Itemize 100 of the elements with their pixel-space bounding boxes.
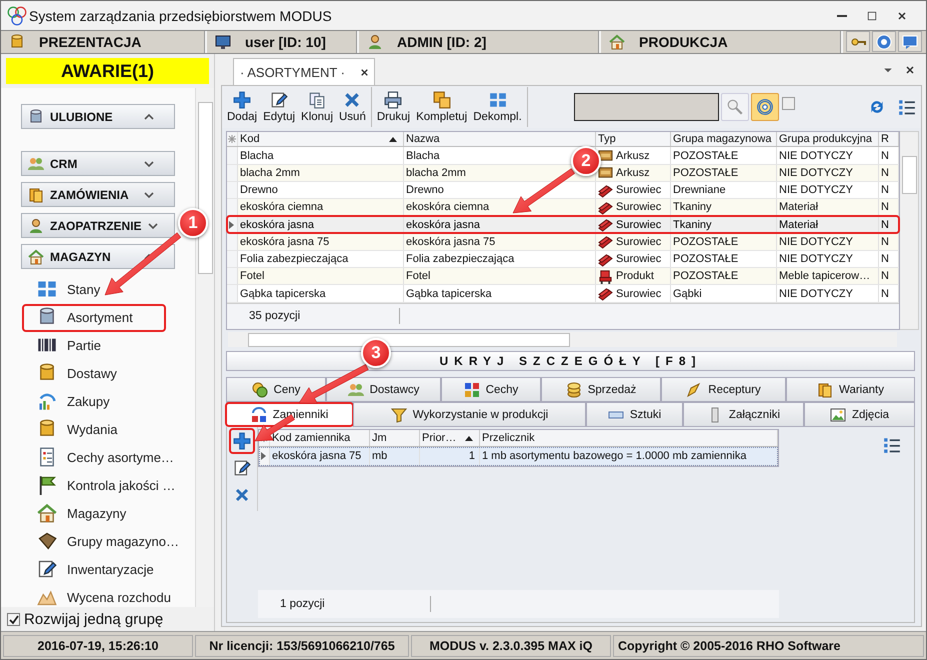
house-icon [28,248,44,264]
sidebar-item[interactable]: Wydania [1,415,195,443]
table-row[interactable]: blacha 2mm blacha 2mm Arkusz POZOSTAŁE NIE DOTYCZY N [227,164,899,182]
table-cell: ekoskóra jasna [404,216,596,233]
funnel-icon [390,406,407,422]
toolbar-button[interactable]: Dekompl. [470,87,525,127]
toolbar-button[interactable]: Drukuj [374,87,414,127]
table-cell: Folia zabezpieczająca [238,250,404,268]
status-field: MODUS v. 2.3.0.395 MAX iQ [411,634,611,656]
tab[interactable]: Zamienniki [226,402,353,427]
column-header[interactable]: Typ [596,132,671,146]
toolbar-button[interactable]: Usuń [336,87,369,127]
tab[interactable]: Zdjęcia [804,402,915,427]
tab-label: · ASORTYMENT · [240,64,345,80]
column-header[interactable]: Przelicznik [480,430,778,446]
column-header[interactable]: Kod [238,132,404,146]
list-icon [898,98,916,116]
table-row[interactable]: Gąbka tapicerska Gąbka tapicerska Surowiec Gąbki NIE DOTYCZY N [227,285,899,303]
table-row[interactable]: ekoskóra jasna 75 ekoskóra jasna 75 Surowiec POZOSTAŁE NIE DOTYCZY N [227,234,899,251]
toolbar-button[interactable]: Edytuj [260,87,298,127]
tab[interactable]: Sztuki [586,402,683,427]
sidebar-item[interactable]: Kontrola jakości … [1,471,195,499]
row-count: 1 pozycji [279,598,326,610]
alert-banner[interactable]: AWARIE(1) [6,58,209,84]
row-header[interactable] [227,199,238,216]
coins-icon [252,382,268,398]
group-button[interactable]: MAGAZYN [21,244,175,269]
message-button[interactable] [898,31,922,52]
sidebar-item[interactable]: Asortyment [1,303,195,331]
sidebar-item[interactable]: Zakupy [1,387,195,415]
group-button[interactable]: ULUBIONE [21,104,175,129]
minimize-icon [837,14,847,16]
sidebar-item[interactable]: Dostawy [1,359,195,387]
search-button[interactable] [720,93,749,121]
toolbar-button[interactable]: Dodaj [224,87,260,127]
maximize-icon [866,10,878,22]
sidebar-item[interactable]: Inwentaryzacje [1,555,195,583]
sidebar-item[interactable]: Partie [1,331,195,359]
checkbox[interactable] [782,96,795,110]
key-button[interactable] [846,31,870,52]
search-field[interactable] [574,93,719,121]
sidebar-item[interactable]: Cechy asortyme… [1,443,195,471]
column-header[interactable]: Prior… [420,430,480,446]
help-button[interactable] [872,31,896,52]
refresh-icon [868,98,886,116]
document-tab[interactable]: · ASORTYMENT · [233,58,375,85]
tab[interactable]: Warianty [786,377,915,402]
copy-icon [308,91,326,109]
table-row[interactable]: Fotel Fotel Produkt POZOSTAŁE Meble tapicerow… N [227,268,899,286]
toolbar-button[interactable]: Kompletuj [413,87,470,127]
table-cell: Gąbka tapicerska [238,285,404,302]
add-button[interactable] [230,429,254,453]
filter-toggle[interactable] [750,93,779,121]
table-cell: ekoskóra ciemna [238,199,404,216]
tab[interactable]: Receptury [661,377,786,402]
status-field: Nr licencji: 153/5691066210/765 [195,634,409,656]
rolls-icon [598,217,613,232]
group-button[interactable]: ZAOPATRZENIE [21,213,175,238]
sidebar-item[interactable]: Stany [1,275,195,303]
scrollbar[interactable] [900,131,919,330]
tab[interactable]: Sprzedaż [541,377,661,402]
sidebar-item[interactable]: Magazyny [1,499,195,527]
tab[interactable]: Ceny [226,377,326,402]
sort-icon [465,435,473,441]
table-row[interactable]: Folia zabezpieczająca Folia zabezpieczająca Surowiec POZOSTAŁE NIE DOTYCZY N [227,250,899,268]
table-row[interactable]: ekoskóra jasna 75 mb 1 1 mb asortymentu bazowego = 1.0000 mb zamiennika [259,447,778,466]
table-row[interactable]: Drewno Drewno Surowiec Drewniane NIE DOTYCZY N [227,182,899,200]
table-cell: Gąbka tapicerska [404,285,596,302]
column-header[interactable]: Grupa magazynowa [671,132,777,146]
table-row[interactable]: ekoskóra jasna ekoskóra jasna Surowiec Tkaniny Materiał N [227,216,899,234]
tab[interactable]: Załączniki [683,402,804,427]
scrollbar[interactable] [228,332,897,347]
tab[interactable]: Wykorzystanie w produkcji [353,402,586,427]
table-cell: Drewno [238,182,404,198]
help-icon [876,34,892,50]
database-icon [37,419,57,439]
box-icon [28,186,44,202]
table-cell: N [879,268,899,284]
crate2-icon [37,531,57,551]
column-header[interactable]: R [879,132,899,146]
group-button[interactable]: CRM [21,151,175,176]
group-button[interactable]: ZAMÓWIENIA [21,182,175,207]
row-header[interactable] [227,234,238,250]
table-cell: POZOSTAŁE [671,268,777,284]
row-header[interactable] [259,447,270,465]
table-cell: Folia zabezpieczająca [404,250,596,268]
table-row[interactable]: ekoskóra ciemna ekoskóra ciemna Surowiec Tkaniny Materiał N [227,199,899,216]
table-cell: Meble tapicerow… [777,268,879,284]
tab[interactable]: Cechy [441,377,541,402]
table-cell: Materiał [777,199,879,216]
table-cell: N [879,199,899,216]
checkbox[interactable] [7,612,20,626]
table-cell: POZOSTAŁE [671,234,777,250]
tab[interactable]: Dostawcy [326,377,441,402]
squares-icon [432,91,451,109]
table-cell: mb [370,447,420,465]
column-header[interactable]: Grupa produkcyjna [777,132,879,146]
toolbar-button[interactable]: Klonuj [298,87,336,127]
sidebar-item[interactable]: Grupy magazyno… [1,527,195,555]
column-header[interactable]: Jm [370,430,420,446]
